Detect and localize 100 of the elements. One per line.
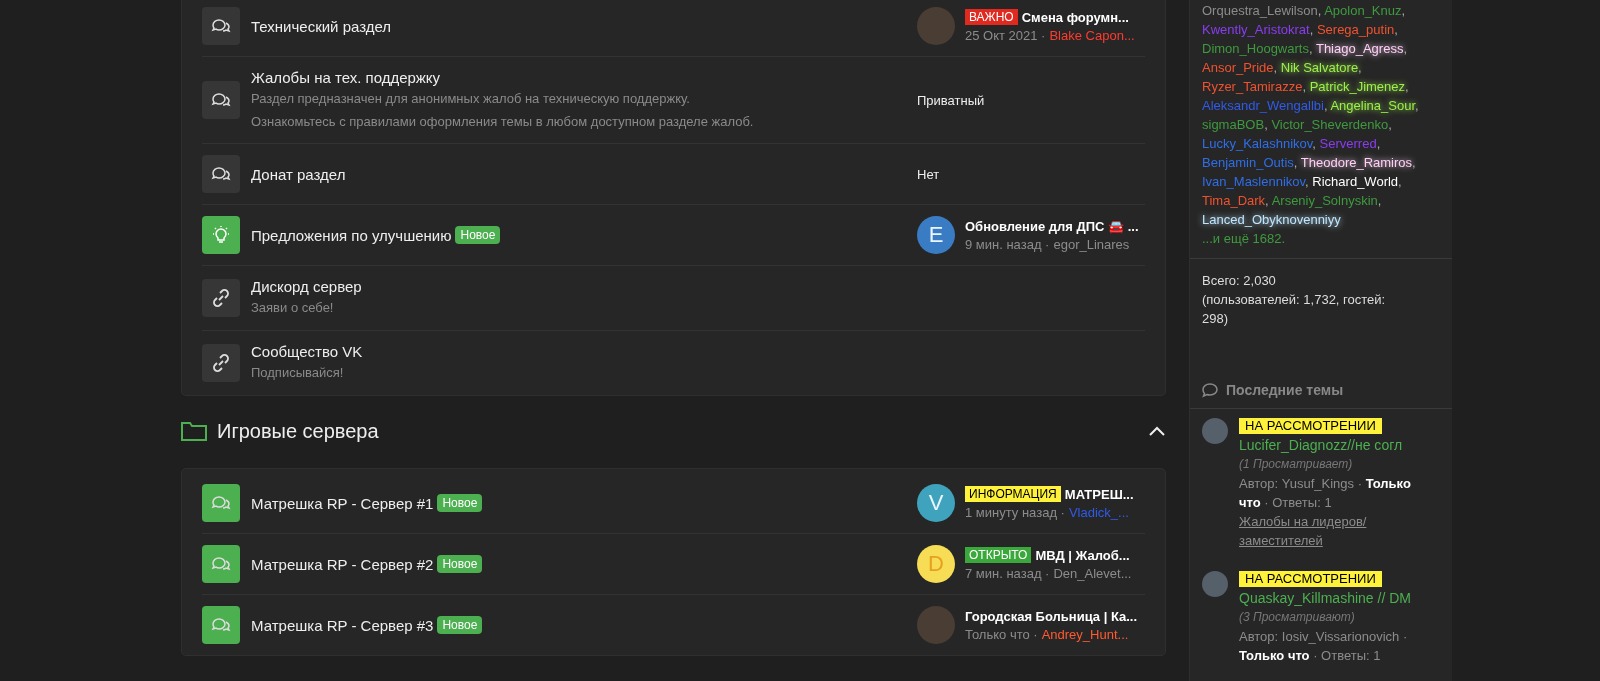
last-thread-link[interactable]: МАТРЕШ...: [1064, 486, 1134, 502]
forum-description: Раздел предназначен для анонимных жалоб на техническую поддержку.: [251, 89, 691, 108]
last-post-date: 25 Окт 2021 ·: [965, 28, 1046, 43]
last-post-date: 7 мин. назад ·: [965, 566, 1050, 581]
new-badge: Новое: [437, 494, 483, 512]
username-link[interactable]: Ansor_Pride: [1202, 60, 1274, 75]
forum-title-link[interactable]: Технический раздел: [251, 17, 392, 35]
thread-meta: Автор: Iosiv_Vissarionovich · Только что · Ответы: 1: [1239, 628, 1409, 665]
username-link[interactable]: Kwently_Aristokrat: [1202, 22, 1310, 37]
forum-title-link[interactable]: Донат раздел: [251, 165, 346, 183]
forum-title-link[interactable]: Матрешка RP - Сервер #1: [251, 494, 434, 512]
comma-separator: ,: [1405, 79, 1409, 94]
forum-status: Приватный: [917, 92, 985, 108]
forum-title-link[interactable]: Предложения по улучшению: [251, 226, 452, 244]
forum-status: Нет: [917, 166, 940, 182]
author-link[interactable]: Andrey_Hunt...: [1041, 626, 1129, 642]
chat-bubbles-icon: [211, 494, 231, 512]
link-icon: [211, 353, 231, 373]
username-link[interactable]: Dimon_Hoogwarts: [1202, 41, 1309, 56]
comma-separator: ,: [1305, 174, 1309, 189]
comma-separator: ,: [1376, 136, 1381, 151]
chat-bubbles-icon: [211, 165, 231, 183]
avatar-photo-placeholder[interactable]: [1202, 418, 1228, 444]
last-post-date: Только что ·: [965, 626, 1038, 642]
last-thread-link[interactable]: Городская Больница | Ка...: [965, 608, 1138, 624]
chat-bubbles-icon: [211, 17, 231, 35]
forum-link[interactable]: Жалобы на лидеров/ заместителей: [1239, 512, 1429, 550]
comma-separator: ,: [1377, 193, 1382, 208]
username-link[interactable]: Richard_World: [1312, 174, 1399, 189]
forum-title-link[interactable]: Сообщество VK: [251, 343, 363, 360]
category-title[interactable]: Игровые сервера: [217, 419, 1138, 443]
comma-separator: ,: [1265, 193, 1269, 208]
forum-description: Заяви о себе!: [251, 299, 335, 317]
last-post-date: 1 минуту назад ·: [965, 505, 1065, 520]
comma-separator: ,: [1273, 60, 1278, 75]
link-icon: [211, 288, 231, 308]
author-link[interactable]: Vladick_...: [1068, 505, 1129, 520]
speech-bubble-icon: [1202, 382, 1218, 398]
last-thread-link[interactable]: Смена форумн...: [1021, 9, 1129, 25]
comma-separator: ,: [1388, 117, 1392, 132]
chat-bubbles-icon: [211, 616, 231, 634]
username-link[interactable]: Apolon_Knuz: [1324, 3, 1402, 18]
forum-title-link[interactable]: Жалобы на тех. поддержку: [251, 68, 441, 86]
comma-separator: ,: [1394, 22, 1398, 37]
last-post-date: 9 мин. назад ·: [965, 236, 1050, 252]
username-link[interactable]: Aleksandr_Wengallbi: [1202, 98, 1324, 113]
folder-icon: [181, 421, 207, 441]
avatar[interactable]: V: [917, 484, 955, 522]
new-badge: Новое: [437, 555, 483, 573]
online-breakdown: (пользователей: 1,732, гостей: 298): [1202, 291, 1387, 328]
comma-separator: ,: [1264, 117, 1268, 132]
new-badge: Новое: [455, 226, 501, 244]
username-link[interactable]: Orquestra_Lewilson: [1202, 3, 1318, 18]
last-thread-link[interactable]: Обновление для ДПС 🚘 ...: [965, 218, 1139, 234]
new-badge: Новое: [437, 616, 483, 634]
viewers-count: (3 Просматривают): [1239, 609, 1356, 626]
author-link[interactable]: Blake Capon...: [1049, 28, 1135, 43]
thread-meta: Автор: Yusuf_Kings · Только что · Ответы: 1: [1239, 475, 1412, 512]
comma-separator: ,: [1308, 41, 1313, 56]
section-title: Последние темы: [1226, 382, 1344, 398]
username-link[interactable]: Arseniy_Solnyskin: [1271, 193, 1378, 208]
lightbulb-icon: [211, 225, 231, 245]
thread-prefix-label: ИНФОРМАЦИЯ: [965, 486, 1061, 502]
thread-prefix-label: НА РАССМОТРЕНИИ: [1239, 418, 1382, 434]
comma-separator: ,: [1302, 79, 1307, 94]
forum-title-link[interactable]: Матрешка RP - Сервер #2: [251, 555, 434, 573]
avatar-photo-placeholder[interactable]: [1202, 571, 1228, 597]
forum-description: Ознакомьтесь с правилами оформления темы в любом доступном разделе жалоб.: [251, 112, 755, 131]
more-users-link[interactable]: ...и ещё 1682.: [1202, 229, 1440, 248]
comma-separator: ,: [1415, 98, 1419, 113]
username-link[interactable]: Benjamin_Outis: [1202, 155, 1294, 170]
forum-title-link[interactable]: Матрешка RP - Сервер #3: [251, 616, 434, 634]
comma-separator: ,: [1398, 174, 1402, 189]
username-link[interactable]: Serverred: [1319, 136, 1377, 151]
comma-separator: ,: [1358, 60, 1362, 75]
avatar-photo-placeholder[interactable]: [917, 7, 955, 45]
thread-title-link[interactable]: Quaskay_Killmashine // DM: [1239, 589, 1429, 608]
forum-title-link[interactable]: Дискорд сервер: [251, 278, 362, 295]
online-total: Всего: 2,030: [1202, 272, 1277, 290]
comma-separator: ,: [1401, 3, 1406, 18]
username-link[interactable]: Lanced_Obyknovenniyy: [1202, 212, 1341, 227]
chat-bubbles-icon: [211, 555, 231, 573]
comma-separator: ,: [1309, 22, 1314, 37]
comma-separator: ,: [1317, 3, 1322, 18]
viewers-count: (1 Просматривает): [1239, 456, 1354, 473]
comma-separator: ,: [1312, 136, 1316, 151]
chat-bubbles-icon: [211, 91, 231, 109]
thread-title-link[interactable]: Lucifer_Diagnozz//не согл: [1239, 436, 1429, 455]
avatar[interactable]: E: [917, 216, 955, 254]
author-link[interactable]: Den_Alevet...: [1053, 566, 1132, 581]
thread-prefix-label: ОТКРЫТО: [965, 547, 1032, 563]
comma-separator: ,: [1293, 155, 1298, 170]
author-link[interactable]: egor_Linares: [1053, 236, 1130, 252]
username-link[interactable]: Angelina_Sour: [1330, 98, 1415, 113]
forum-description: Подписывайся!: [251, 364, 345, 382]
chevron-up-icon[interactable]: [1148, 425, 1166, 437]
avatar-photo-placeholder[interactable]: [917, 606, 955, 644]
thread-prefix-label: ВАЖНО: [965, 9, 1018, 25]
comma-separator: ,: [1412, 155, 1416, 170]
last-thread-link[interactable]: МВД | Жалоб...: [1035, 547, 1130, 563]
